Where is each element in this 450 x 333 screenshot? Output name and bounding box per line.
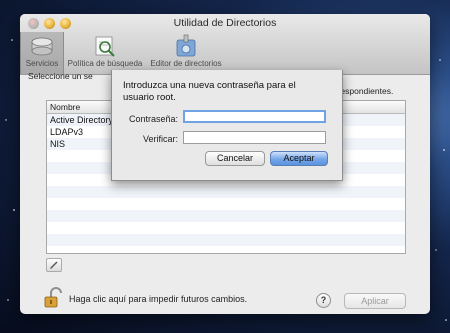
intro-text-left: Seleccione un se <box>28 71 93 81</box>
apply-button[interactable]: Aplicar <box>344 293 406 309</box>
accept-button[interactable]: Aceptar <box>270 151 328 166</box>
empty-row <box>47 234 405 246</box>
search-policy-icon <box>95 36 115 57</box>
directory-editor-icon <box>176 34 196 57</box>
toolbar-item-label: Política de búsqueda <box>67 59 143 68</box>
toolbar-item-services[interactable]: Servicios <box>20 32 64 74</box>
dialog-message: Introduzca una nueva contraseña para el … <box>123 80 296 103</box>
cancel-button[interactable]: Cancelar <box>205 151 265 166</box>
help-button[interactable]: ? <box>316 293 331 308</box>
pencil-icon <box>50 261 58 269</box>
cell-name: LDAPv3 <box>50 127 84 137</box>
empty-row <box>47 210 405 222</box>
password-field[interactable] <box>183 110 326 123</box>
verify-password-field[interactable] <box>183 131 326 144</box>
lock-text: Haga clic aquí para impedir futuros camb… <box>69 294 248 304</box>
column-header-name[interactable]: Nombre <box>50 102 80 112</box>
root-password-sheet: Introduzca una nueva contraseña para el … <box>111 70 343 181</box>
edit-service-button[interactable] <box>46 258 62 272</box>
empty-row <box>47 198 405 210</box>
toolbar-item-directory-editor[interactable]: Editor de directorios <box>146 32 226 74</box>
password-label: Contraseña: <box>128 114 178 124</box>
cell-name: NIS <box>50 139 66 149</box>
services-icon <box>31 37 53 56</box>
toolbar-item-search-policy[interactable]: Política de búsqueda <box>65 32 145 74</box>
toolbar-item-label: Editor de directorios <box>150 59 222 68</box>
cell-name: Active Directory <box>50 115 114 125</box>
verify-label: Verificar: <box>142 134 178 144</box>
title-bar: Utilidad de Directorios Servicios Políti… <box>20 14 430 75</box>
lock-icon[interactable] <box>43 287 65 309</box>
toolbar-item-label: Servicios <box>25 59 59 68</box>
empty-row <box>47 186 405 198</box>
empty-row <box>47 222 405 234</box>
window-title: Utilidad de Directorios <box>173 17 277 29</box>
